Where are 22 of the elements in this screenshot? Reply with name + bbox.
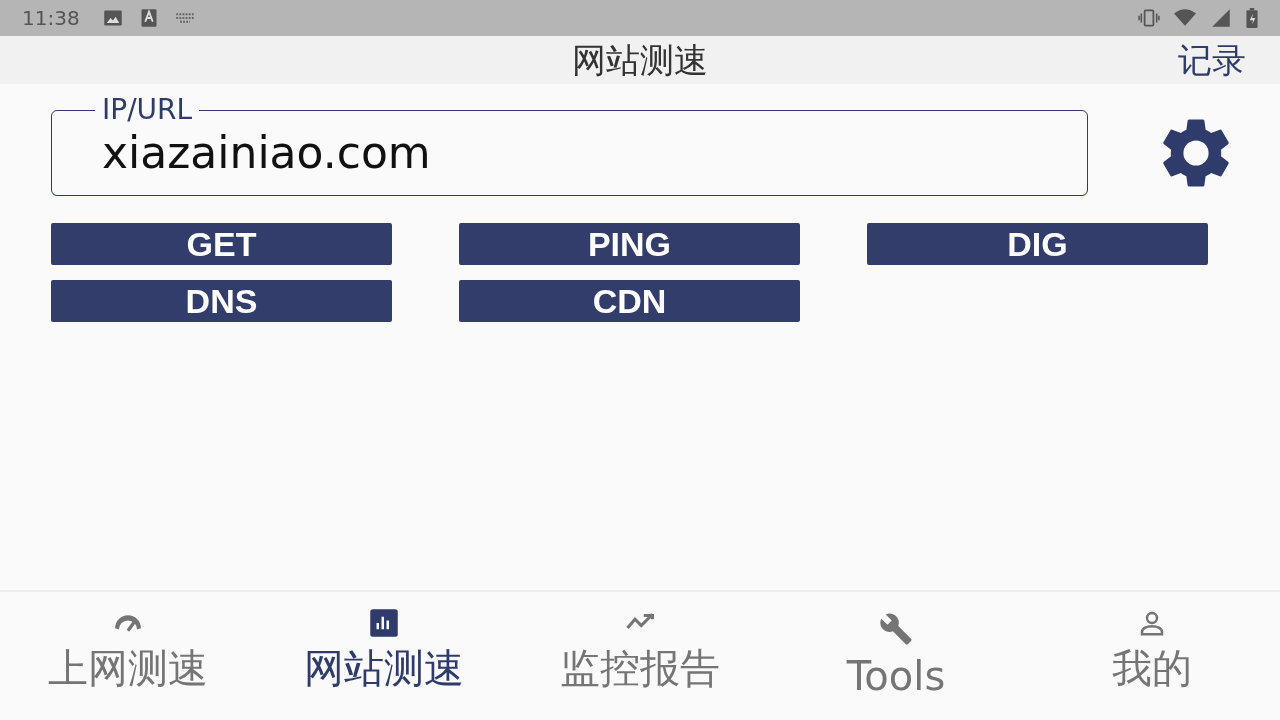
wifi-icon	[1174, 8, 1196, 28]
test-button[interactable]: DNS	[51, 280, 392, 322]
battery-icon	[1246, 8, 1258, 28]
test-button[interactable]: CDN	[459, 280, 800, 322]
nav-tab[interactable]: 我的	[1024, 592, 1280, 720]
wrench-icon	[879, 612, 913, 646]
test-button[interactable]: DIG	[867, 223, 1208, 265]
nav-tab[interactable]: Tools	[768, 592, 1024, 720]
nav-tab[interactable]: 监控报告	[512, 592, 768, 720]
speedometer-icon	[113, 614, 143, 632]
test-button[interactable]: GET	[51, 223, 392, 265]
nav-tab[interactable]: 网站测速	[256, 592, 512, 720]
history-button[interactable]: 记录	[1178, 43, 1246, 77]
status-time: 11:38	[22, 6, 80, 30]
image-icon	[101, 8, 124, 28]
signal-icon	[1210, 8, 1232, 28]
field-label: IP/URL	[95, 96, 200, 124]
vibrate-icon	[1138, 8, 1160, 28]
bar-chart-icon	[369, 608, 399, 638]
nav-tab[interactable]: 上网测速	[0, 592, 256, 720]
app-title: 网站测速	[572, 43, 708, 77]
test-button[interactable]: PING	[459, 223, 800, 265]
